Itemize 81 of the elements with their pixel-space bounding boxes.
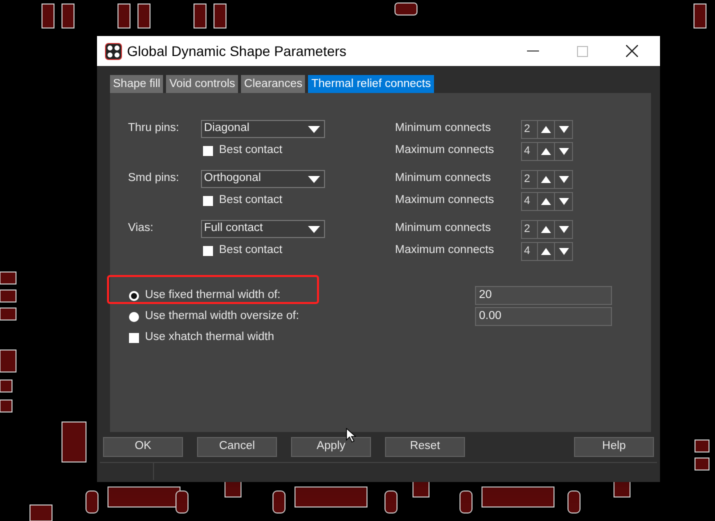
pcb-pad <box>42 4 54 28</box>
up-arrow-icon <box>541 146 552 156</box>
pcb-pad <box>0 308 16 320</box>
pcb-pad <box>272 490 286 514</box>
pcb-pad <box>694 440 710 452</box>
down-arrow-icon <box>558 124 569 134</box>
checkbox-label: Best contact <box>219 143 282 158</box>
dropdown-arrow-icon <box>308 126 320 132</box>
option-label: Use xhatch thermal width <box>145 330 274 345</box>
app-icon <box>105 42 122 60</box>
pcb-pad <box>0 380 12 392</box>
dialog-button[interactable]: Cancel <box>197 437 277 457</box>
option-label: Use thermal width oversize of: <box>145 308 300 324</box>
pcb-pad <box>0 272 16 284</box>
tab[interactable]: Thermal relief connects <box>308 75 434 93</box>
tab[interactable]: Void controls <box>166 75 238 93</box>
pattern-dropdown[interactable]: Orthogonal <box>201 170 325 188</box>
down-arrow-icon <box>558 224 569 234</box>
checkbox-label: Best contact <box>219 243 282 258</box>
pcb-pad <box>694 458 710 470</box>
pcb-pad <box>62 4 74 28</box>
pcb-pad <box>694 4 706 28</box>
up-arrow-icon <box>541 246 552 256</box>
field-label: Thru pins: <box>128 121 180 136</box>
pattern-dropdown[interactable]: Diagonal <box>201 120 325 138</box>
window-title: Global Dynamic Shape Parameters <box>127 42 346 61</box>
pcb-pad <box>138 4 150 28</box>
pcb-pad <box>614 480 630 498</box>
pcb-pad <box>412 480 430 498</box>
dialog-button[interactable]: Apply <box>291 437 371 457</box>
checkbox[interactable] <box>203 246 213 256</box>
down-arrow-icon <box>558 146 569 156</box>
checkbox[interactable] <box>203 146 213 156</box>
minimize-icon[interactable] <box>527 50 539 52</box>
pcb-pad <box>118 4 130 28</box>
checkbox-label: Best contact <box>219 193 282 208</box>
radio-button[interactable] <box>129 312 139 322</box>
input-field[interactable]: 20 <box>475 286 612 305</box>
pcb-pad <box>0 290 16 302</box>
down-arrow-icon <box>558 174 569 184</box>
pattern-dropdown[interactable]: Full contact <box>201 220 325 238</box>
field-label: Minimum connects <box>395 121 492 136</box>
pcb-pad <box>384 490 398 514</box>
up-arrow-icon <box>541 124 552 134</box>
field-label: Minimum connects <box>395 221 492 236</box>
input-field[interactable]: 0.00 <box>475 307 612 326</box>
dialog-button[interactable]: Help <box>574 437 654 457</box>
pcb-pad <box>460 490 472 514</box>
field-label: Maximum connects <box>395 193 496 208</box>
field-label: Maximum connects <box>395 143 496 158</box>
field-label: Minimum connects <box>395 171 492 186</box>
up-arrow-icon <box>541 224 552 234</box>
tab[interactable]: Shape fill <box>110 75 164 93</box>
up-arrow-icon <box>541 174 552 184</box>
checkbox[interactable] <box>129 332 139 342</box>
down-arrow-icon <box>558 246 569 256</box>
tab[interactable]: Clearances <box>241 75 306 93</box>
pcb-pad <box>30 504 52 521</box>
pcb-pad <box>0 400 12 412</box>
pcb-pad <box>62 422 86 462</box>
mouse-cursor-icon <box>346 428 356 443</box>
up-arrow-icon <box>541 196 552 206</box>
option-label: Use fixed thermal width of: <box>145 288 281 303</box>
close-icon[interactable] <box>626 45 638 57</box>
pcb-pad <box>394 2 418 16</box>
pcb-pad <box>214 4 226 28</box>
dialog-button[interactable]: OK <box>103 437 183 457</box>
pcb-pad <box>86 490 98 514</box>
pcb-pad <box>194 4 206 28</box>
field-label: Maximum connects <box>395 243 496 258</box>
dropdown-arrow-icon <box>308 176 320 182</box>
pcb-pad <box>568 490 580 514</box>
radio-button[interactable] <box>129 290 139 300</box>
field-label: Smd pins: <box>128 171 180 186</box>
dropdown-arrow-icon <box>308 226 320 232</box>
dialog-button[interactable]: Reset <box>385 437 465 457</box>
checkbox[interactable] <box>203 196 213 206</box>
pcb-pad <box>224 480 242 498</box>
down-arrow-icon <box>558 196 569 206</box>
field-label: Vias: <box>128 221 154 236</box>
pcb-pad <box>0 350 16 372</box>
